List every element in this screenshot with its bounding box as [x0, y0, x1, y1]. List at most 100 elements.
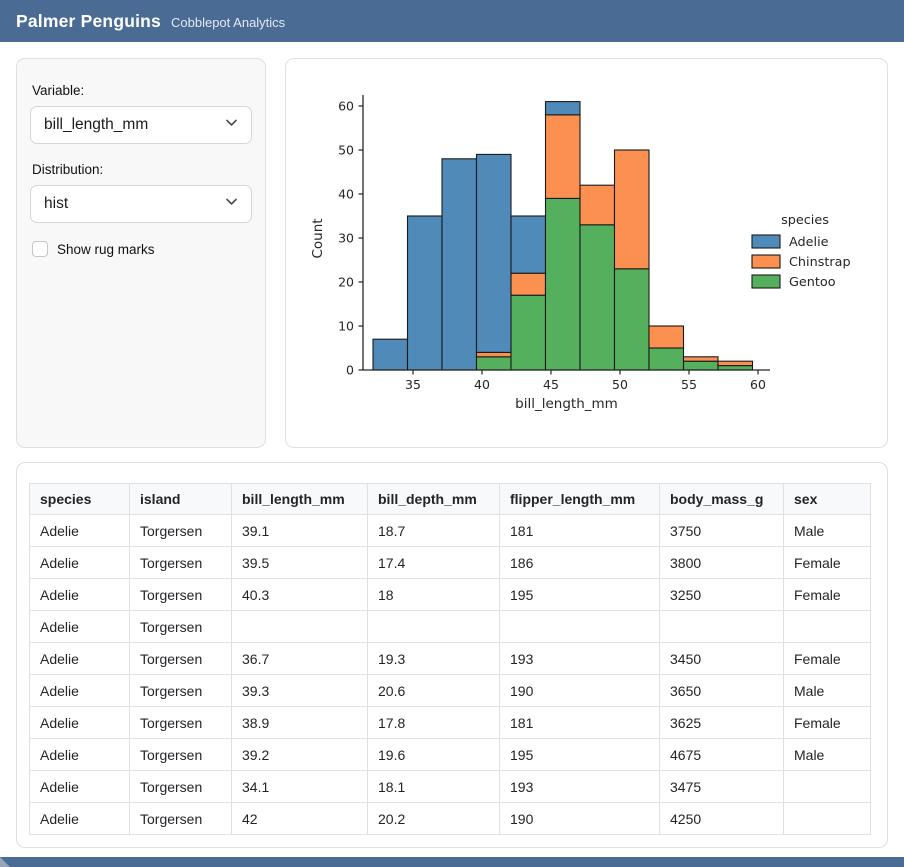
legend-label: Chinstrap: [789, 255, 851, 270]
table-cell: Male: [784, 739, 871, 771]
table-cell: 19.3: [368, 643, 500, 675]
table-cell: [368, 611, 500, 643]
histogram-bar-chinstrap: [580, 185, 615, 225]
table-cell: 3475: [660, 771, 784, 803]
histogram-bar-chinstrap: [546, 115, 581, 199]
histogram-bar-gentoo: [580, 225, 615, 370]
table-cell: Torgersen: [130, 675, 232, 707]
chart-card: 3540455055600102030405060bill_length_mmC…: [285, 58, 888, 448]
table-row: AdelieTorgersen: [30, 611, 871, 643]
x-tick-label: 35: [405, 377, 421, 392]
table-row: AdelieTorgersen39.118.71813750Male: [30, 515, 871, 547]
y-axis-label: Count: [310, 218, 326, 258]
table-cell: Torgersen: [130, 739, 232, 771]
app-subtitle: Cobblepot Analytics: [171, 15, 285, 30]
y-tick-label: 0: [346, 363, 354, 378]
histogram-bar-adelie: [373, 339, 408, 370]
table-cell: Female: [784, 643, 871, 675]
x-tick-label: 45: [543, 377, 559, 392]
table-cell: Torgersen: [130, 803, 232, 835]
table-cell: Adelie: [30, 643, 130, 675]
table-row: AdelieTorgersen34.118.11933475: [30, 771, 871, 803]
table-cell: Adelie: [30, 707, 130, 739]
table-cell: 40.3: [232, 579, 368, 611]
histogram-bar-chinstrap: [615, 150, 650, 269]
table-cell: 3650: [660, 675, 784, 707]
table-cell: 181: [500, 515, 660, 547]
histogram-bar-adelie: [408, 216, 443, 370]
table-cell: Adelie: [30, 515, 130, 547]
main-content: Variable: bill_length_mm Distribution: h…: [0, 42, 904, 857]
table-cell: 3800: [660, 547, 784, 579]
column-header: flipper_length_mm: [500, 484, 660, 515]
table-cell: 190: [500, 803, 660, 835]
legend-title: species: [781, 213, 829, 228]
histogram-bar-chinstrap: [511, 273, 546, 295]
table-cell: 39.5: [232, 547, 368, 579]
table-cell: 20.2: [368, 803, 500, 835]
table-cell: Torgersen: [130, 579, 232, 611]
table-header: speciesislandbill_length_mmbill_depth_mm…: [30, 484, 871, 515]
histogram-bar-chinstrap: [477, 352, 512, 356]
table-cell: Adelie: [30, 771, 130, 803]
table-cell: Adelie: [30, 803, 130, 835]
table-cell: 190: [500, 675, 660, 707]
chevron-down-icon: [224, 194, 239, 214]
table-cell: [784, 771, 871, 803]
table-cell: Torgersen: [130, 611, 232, 643]
column-header: island: [130, 484, 232, 515]
histogram-bar-adelie: [477, 154, 512, 352]
app-title: Palmer Penguins: [16, 11, 161, 32]
variable-select[interactable]: bill_length_mm: [30, 106, 252, 144]
table-cell: 39.3: [232, 675, 368, 707]
table-row: AdelieTorgersen39.517.41863800Female: [30, 547, 871, 579]
rug-marks-checkbox[interactable]: [32, 241, 48, 257]
table-cell: 18.7: [368, 515, 500, 547]
histogram-bar-adelie: [546, 102, 581, 115]
histogram-bar-chinstrap: [684, 357, 719, 361]
variable-select-value: bill_length_mm: [44, 116, 148, 134]
table-row: AdelieTorgersen39.320.61903650Male: [30, 675, 871, 707]
table-row: AdelieTorgersen40.3181953250Female: [30, 579, 871, 611]
table-row: AdelieTorgersen38.917.81813625Female: [30, 707, 871, 739]
histogram-bar-adelie: [511, 216, 546, 273]
table-cell: 18.1: [368, 771, 500, 803]
penguins-table: speciesislandbill_length_mmbill_depth_mm…: [29, 483, 871, 835]
table-cell: Adelie: [30, 547, 130, 579]
data-table-card: speciesislandbill_length_mmbill_depth_mm…: [16, 462, 888, 848]
table-cell: Female: [784, 707, 871, 739]
table-cell: 3250: [660, 579, 784, 611]
table-cell: 4675: [660, 739, 784, 771]
table-cell: Female: [784, 579, 871, 611]
x-tick-label: 55: [681, 377, 697, 392]
histogram-bar-gentoo: [684, 361, 719, 370]
table-cell: 18: [368, 579, 500, 611]
y-tick-label: 30: [338, 231, 354, 246]
table-cell: [784, 611, 871, 643]
table-cell: 3750: [660, 515, 784, 547]
table-cell: 17.8: [368, 707, 500, 739]
histogram-bar-gentoo: [649, 348, 684, 370]
y-tick-label: 40: [338, 187, 354, 202]
resize-grip: [0, 857, 10, 867]
column-header: species: [30, 484, 130, 515]
table-cell: 4250: [660, 803, 784, 835]
table-cell: Torgersen: [130, 643, 232, 675]
table-cell: 193: [500, 771, 660, 803]
table-cell: 181: [500, 707, 660, 739]
histogram-bar-gentoo: [511, 295, 546, 370]
variable-label: Variable:: [32, 83, 252, 98]
histogram-bar-gentoo: [718, 366, 753, 370]
table-cell: Torgersen: [130, 547, 232, 579]
table-cell: 3625: [660, 707, 784, 739]
x-tick-label: 50: [612, 377, 628, 392]
distribution-select[interactable]: hist: [30, 185, 252, 223]
histogram-bar-gentoo: [477, 357, 512, 370]
table-cell: Torgersen: [130, 707, 232, 739]
table-cell: 39.1: [232, 515, 368, 547]
table-cell: 195: [500, 739, 660, 771]
table-cell: 39.2: [232, 739, 368, 771]
sidebar: Variable: bill_length_mm Distribution: h…: [16, 58, 266, 448]
table-row: AdelieTorgersen39.219.61954675Male: [30, 739, 871, 771]
histogram-bar-gentoo: [546, 198, 581, 370]
